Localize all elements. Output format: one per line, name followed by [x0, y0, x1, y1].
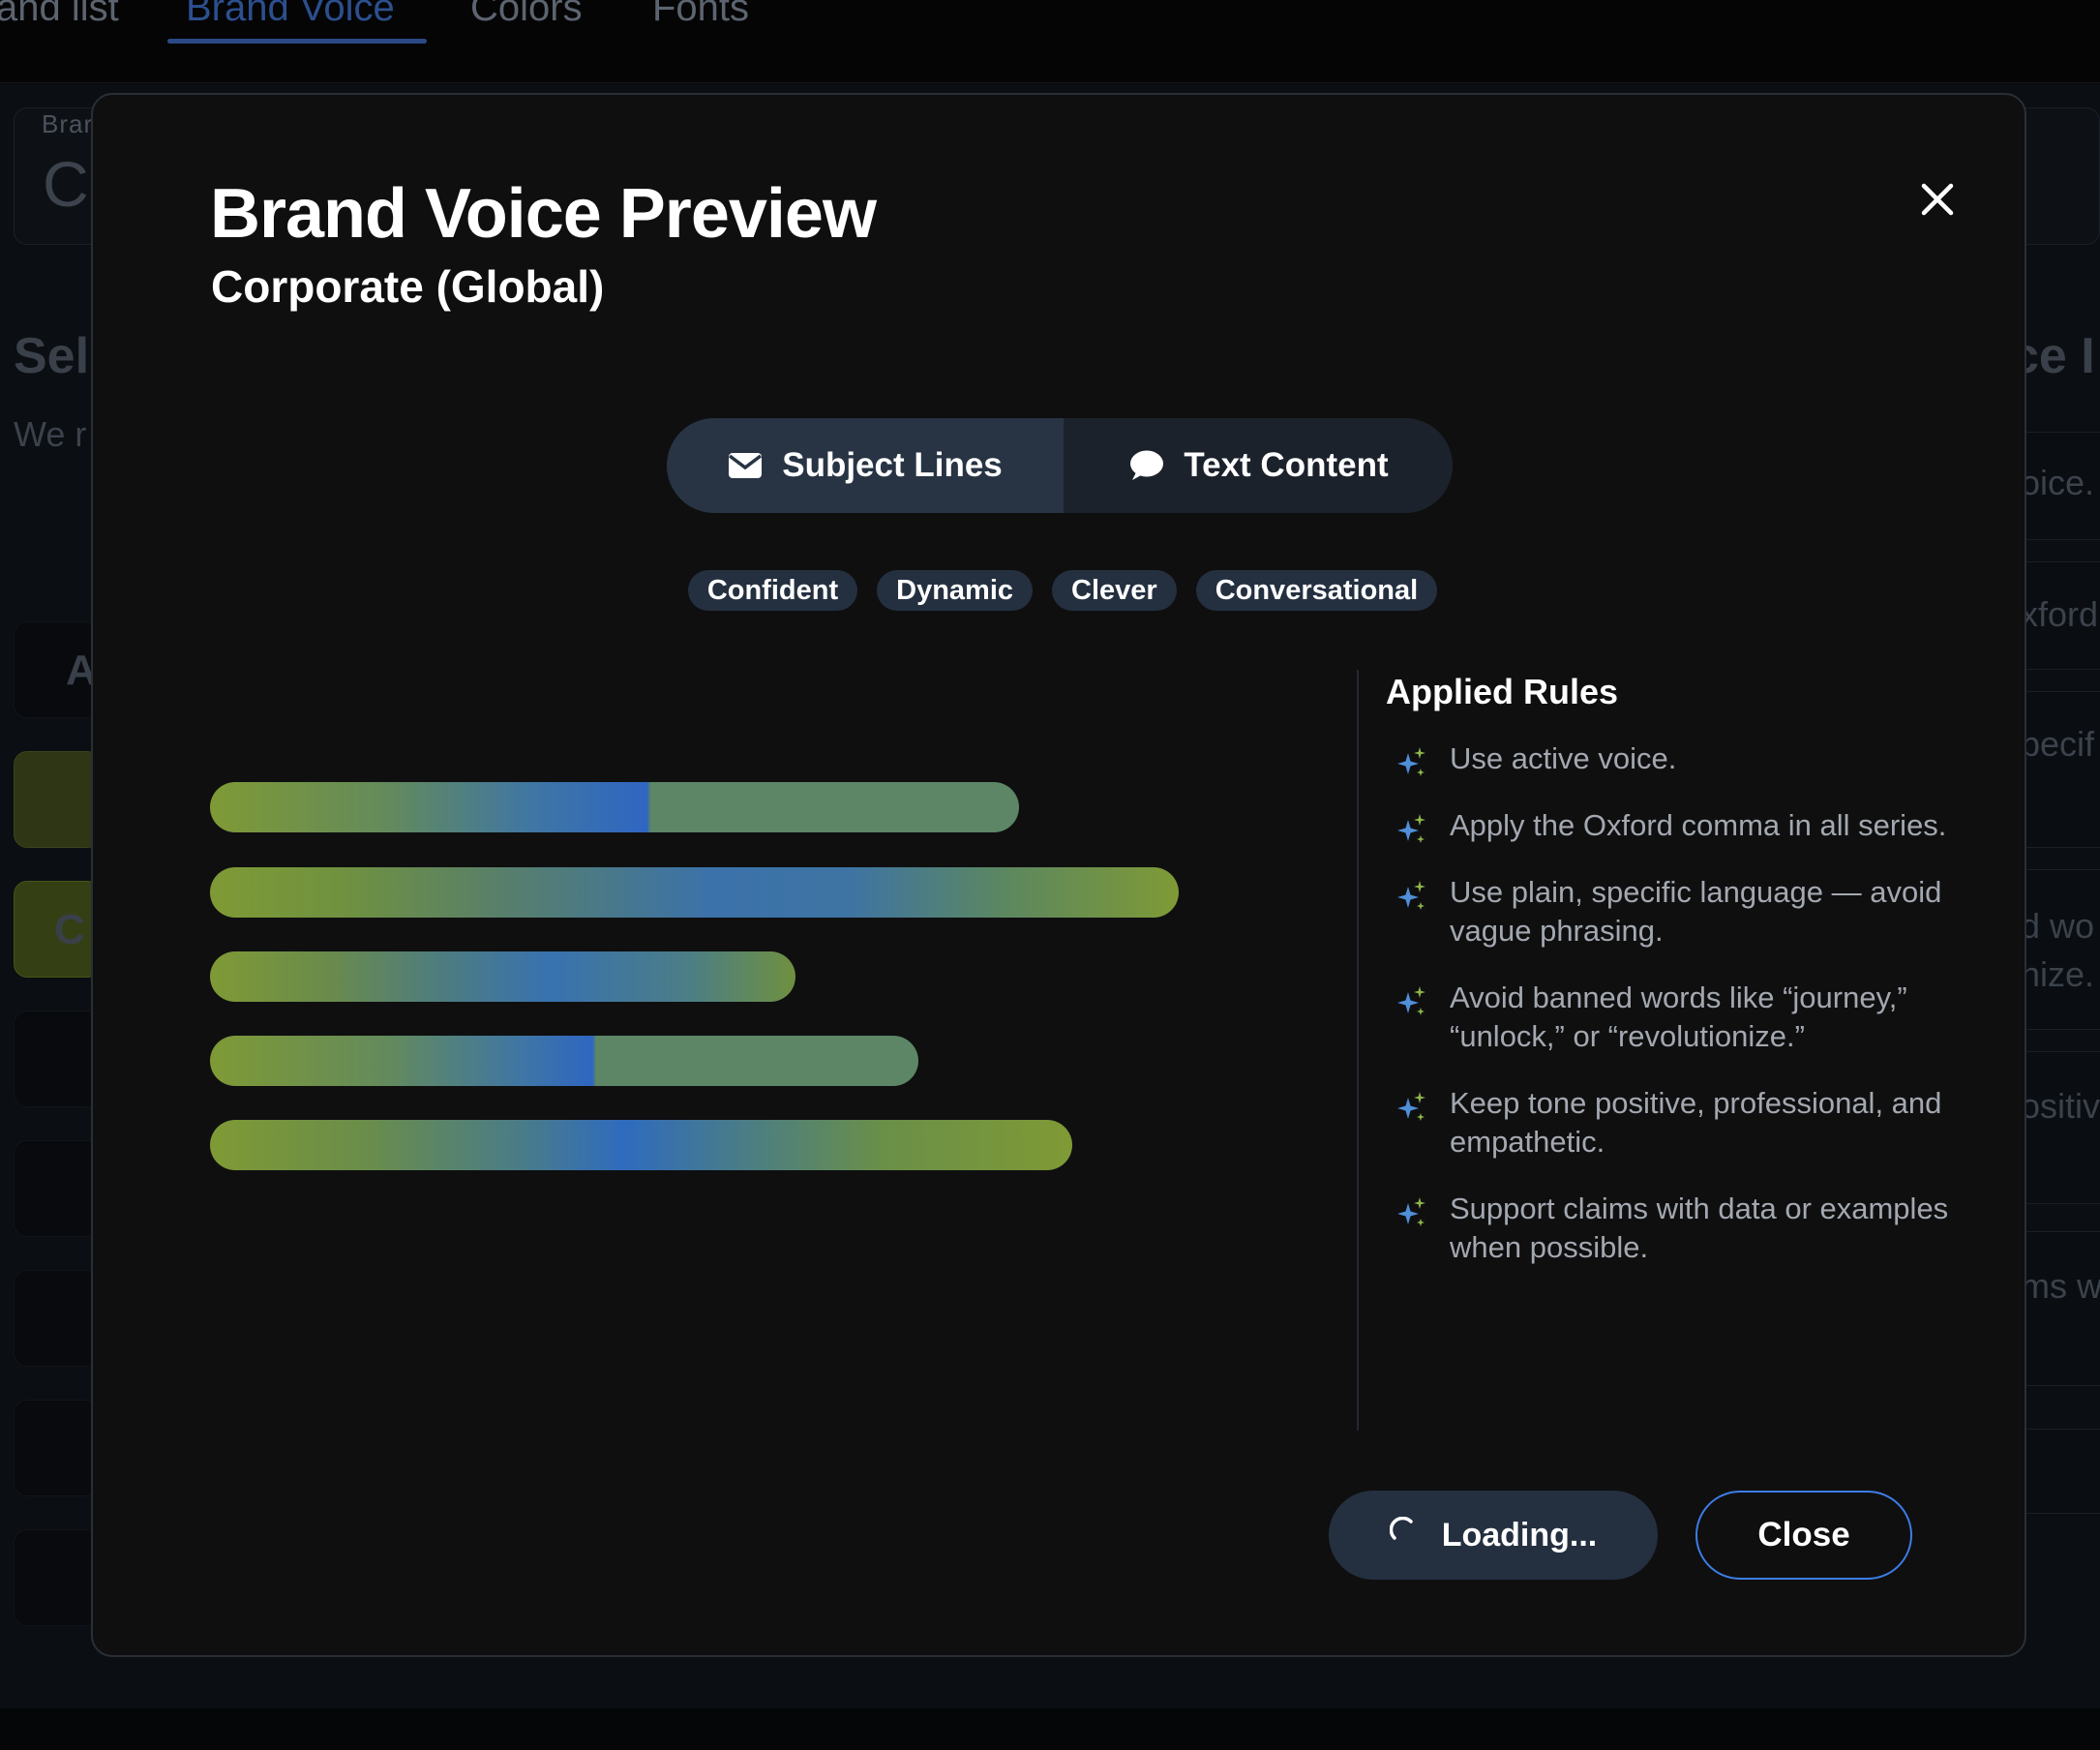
close-icon[interactable]: [1908, 170, 1966, 228]
skeleton-bar: [210, 782, 1019, 832]
skeleton-preview: [210, 687, 1275, 1170]
active-tab-indicator: [167, 39, 427, 44]
rule-row: [2023, 1429, 2100, 1514]
top-navigation: and list Brand Voice Colors Fonts: [0, 0, 2100, 83]
sparkle-icon: [1397, 1092, 1425, 1121]
tab-subject-lines[interactable]: Subject Lines: [667, 418, 1064, 513]
tab-label: Text Content: [1184, 446, 1389, 484]
chip-dynamic: Dynamic: [877, 570, 1034, 611]
nav-tab-colors[interactable]: Colors: [470, 0, 583, 30]
rule-item: Use active voice.: [1386, 739, 1966, 778]
skeleton-bar: [210, 1120, 1072, 1170]
voice-option[interactable]: [14, 1011, 101, 1107]
rule-row-text: oice.: [2021, 463, 2095, 502]
rule-text: Use plain, specific language — avoid vag…: [1450, 875, 1942, 948]
rule-item: Use plain, specific language — avoid vag…: [1386, 873, 1966, 950]
rule-text: Apply the Oxford comma in all series.: [1450, 808, 1947, 842]
sparkle-icon: [1397, 986, 1425, 1015]
close-button[interactable]: Close: [1695, 1491, 1912, 1580]
rule-text: Support claims with data or examples whe…: [1450, 1192, 1949, 1264]
voice-option[interactable]: [14, 1529, 101, 1626]
loading-button[interactable]: Loading...: [1329, 1491, 1658, 1580]
rule-row-text: d wo: [2021, 906, 2095, 946]
rule-text: Avoid banned words like “journey,” “unlo…: [1450, 981, 1907, 1053]
nav-tab-fonts[interactable]: Fonts: [652, 0, 749, 30]
section-heading: Sel: [14, 328, 90, 384]
voice-option[interactable]: [14, 1270, 101, 1367]
rule-text: Keep tone positive, professional, and em…: [1450, 1086, 1942, 1159]
dialog-title: Brand Voice Preview: [210, 175, 877, 253]
skeleton-bar: [210, 1036, 918, 1086]
brand-voice-preview-dialog: Brand Voice Preview Corporate (Global) S…: [91, 93, 2026, 1657]
spinner-icon: [1389, 1516, 1419, 1554]
rule-row-text: ms w: [2021, 1266, 2100, 1306]
rule-item: Support claims with data or examples whe…: [1386, 1190, 1966, 1267]
chip-confident: Confident: [687, 570, 858, 611]
page-footer: [0, 1708, 2100, 1750]
envelope-icon: [728, 451, 763, 480]
chip-conversational: Conversational: [1195, 570, 1438, 611]
rule-row: [2023, 691, 2100, 848]
brand-field-value: C: [43, 148, 89, 220]
speech-bubble-icon: [1127, 449, 1164, 482]
skeleton-bar: [210, 867, 1179, 918]
applied-rules-panel: Applied Rules Use active voice. Apply th…: [1386, 672, 1966, 1295]
rule-text: Use active voice.: [1450, 741, 1677, 775]
voice-attribute-chips: Confident Dynamic Clever Conversational: [93, 570, 2028, 611]
section-description: We r: [14, 414, 87, 454]
rule-row-text: nize.: [2021, 954, 2095, 994]
chip-clever: Clever: [1052, 570, 1177, 611]
rule-row: [2023, 1051, 2100, 1204]
rule-item: Keep tone positive, professional, and em…: [1386, 1084, 1966, 1162]
rule-row-text: ositiv: [2021, 1086, 2100, 1126]
brand-field-label: Brar: [42, 109, 94, 138]
voice-option[interactable]: [14, 751, 101, 848]
dialog-subtitle: Corporate (Global): [211, 261, 605, 312]
nav-tab-brand-voice[interactable]: Brand Voice: [186, 0, 395, 30]
rule-item: Avoid banned words like “journey,” “unlo…: [1386, 979, 1966, 1056]
skeleton-bar: [210, 951, 795, 1002]
voice-option[interactable]: [14, 1400, 101, 1496]
sparkle-icon: [1397, 747, 1425, 776]
voice-option[interactable]: [14, 1140, 101, 1237]
applied-rules-title: Applied Rules: [1386, 672, 1619, 711]
sparkle-icon: [1397, 1197, 1425, 1226]
tab-text-content[interactable]: Text Content: [1064, 418, 1453, 513]
preview-type-tabs: Subject Lines Text Content: [667, 418, 1453, 513]
nav-tab-brand-list[interactable]: and list: [0, 0, 119, 30]
rule-row-text: pecif: [2021, 724, 2095, 764]
rule-row-text: xford: [2021, 594, 2099, 634]
rule-item: Apply the Oxford comma in all series.: [1386, 806, 1966, 845]
rule-row: [2023, 1231, 2100, 1386]
loading-button-label: Loading...: [1441, 1516, 1598, 1554]
sparkle-icon: [1397, 814, 1425, 843]
column-divider: [1357, 670, 1359, 1431]
tab-label: Subject Lines: [782, 446, 1003, 484]
sparkle-icon: [1397, 881, 1425, 910]
voice-option-initial: C: [54, 906, 85, 953]
rule-row: [2023, 869, 2100, 1030]
